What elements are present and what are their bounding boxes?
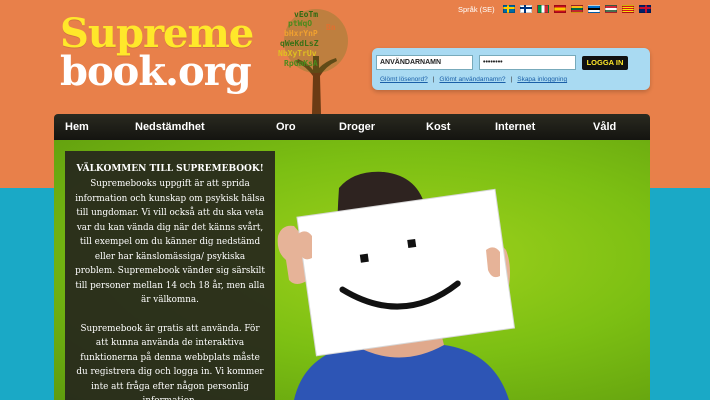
hungarian-flag-icon[interactable] xyxy=(604,5,617,13)
svg-text:ptWqO: ptWqO xyxy=(288,19,312,28)
site-logo[interactable]: Supreme book.org xyxy=(60,14,254,95)
password-field[interactable]: •••••••• xyxy=(479,55,576,70)
swedish-flag-icon[interactable] xyxy=(502,5,515,13)
nav-item-kost[interactable]: Kost xyxy=(426,114,450,140)
svg-text:NbXyTrUv: NbXyTrUv xyxy=(278,49,317,58)
nav-item-vald[interactable]: Våld xyxy=(593,114,616,140)
svg-text:qWeKdLsZ: qWeKdLsZ xyxy=(280,39,319,48)
language-bar: Språk (SE) xyxy=(458,3,656,15)
link-separator: | xyxy=(510,76,513,83)
username-field[interactable]: ANVÄNDARNAMN xyxy=(376,55,473,70)
nav-item-droger[interactable]: Droger xyxy=(339,114,375,140)
estonian-flag-icon[interactable] xyxy=(587,5,600,13)
login-panel: ANVÄNDARNAMN •••••••• LOGGA IN Glömt lös… xyxy=(372,48,650,90)
welcome-paragraph-2: Supremebook är gratis att använda. För a… xyxy=(76,323,264,400)
login-links: Glömt lösenord? | Glömt användarnamn? | Skap… xyxy=(380,76,567,83)
nav-item-internet[interactable]: Internet xyxy=(495,114,535,140)
welcome-paragraph-1: Supremebooks uppgift är att sprida infor… xyxy=(75,179,265,305)
login-button[interactable]: LOGGA IN xyxy=(582,56,628,70)
catalan-flag-icon[interactable] xyxy=(621,5,634,13)
logo-line-2: book.org xyxy=(60,48,252,95)
nav-item-oro[interactable]: Oro xyxy=(276,114,296,140)
welcome-title: VÄLKOMMEN TILL SUPREMEBOOK! xyxy=(76,164,264,174)
svg-text:Bn: Bn xyxy=(326,23,336,32)
welcome-panel: VÄLKOMMEN TILL SUPREMEBOOK! Supremebooks… xyxy=(65,151,275,400)
finnish-flag-icon[interactable] xyxy=(519,5,532,13)
link-separator: | xyxy=(432,76,435,83)
main-navigation: Hem Nedstämdhet Oro Droger Kost Internet… xyxy=(54,114,650,140)
british-flag-icon[interactable] xyxy=(638,5,651,13)
svg-text:bHxrYnP: bHxrYnP xyxy=(284,29,318,38)
spanish-flag-icon[interactable] xyxy=(553,5,566,13)
hero-banner: VÄLKOMMEN TILL SUPREMEBOOK! Supremebooks… xyxy=(54,140,650,400)
tree-logo-icon: ptWqO bHxrYnP qWeKdLsZ NbXyTrUv RpGmKsA … xyxy=(278,9,348,114)
forgot-password-link[interactable]: Glömt lösenord? xyxy=(380,76,428,83)
lithuanian-flag-icon[interactable] xyxy=(570,5,583,13)
forgot-username-link[interactable]: Glömt användarnamn? xyxy=(439,76,505,83)
nav-item-nedstamdhet[interactable]: Nedstämdhet xyxy=(135,114,205,140)
svg-text:vEoTm: vEoTm xyxy=(294,10,318,19)
create-login-link[interactable]: Skapa inloggning xyxy=(517,76,567,83)
svg-text:RpGmKsA: RpGmKsA xyxy=(284,59,318,68)
language-label[interactable]: Språk (SE) xyxy=(458,5,495,14)
italian-flag-icon[interactable] xyxy=(536,5,549,13)
nav-item-hem[interactable]: Hem xyxy=(65,114,89,140)
